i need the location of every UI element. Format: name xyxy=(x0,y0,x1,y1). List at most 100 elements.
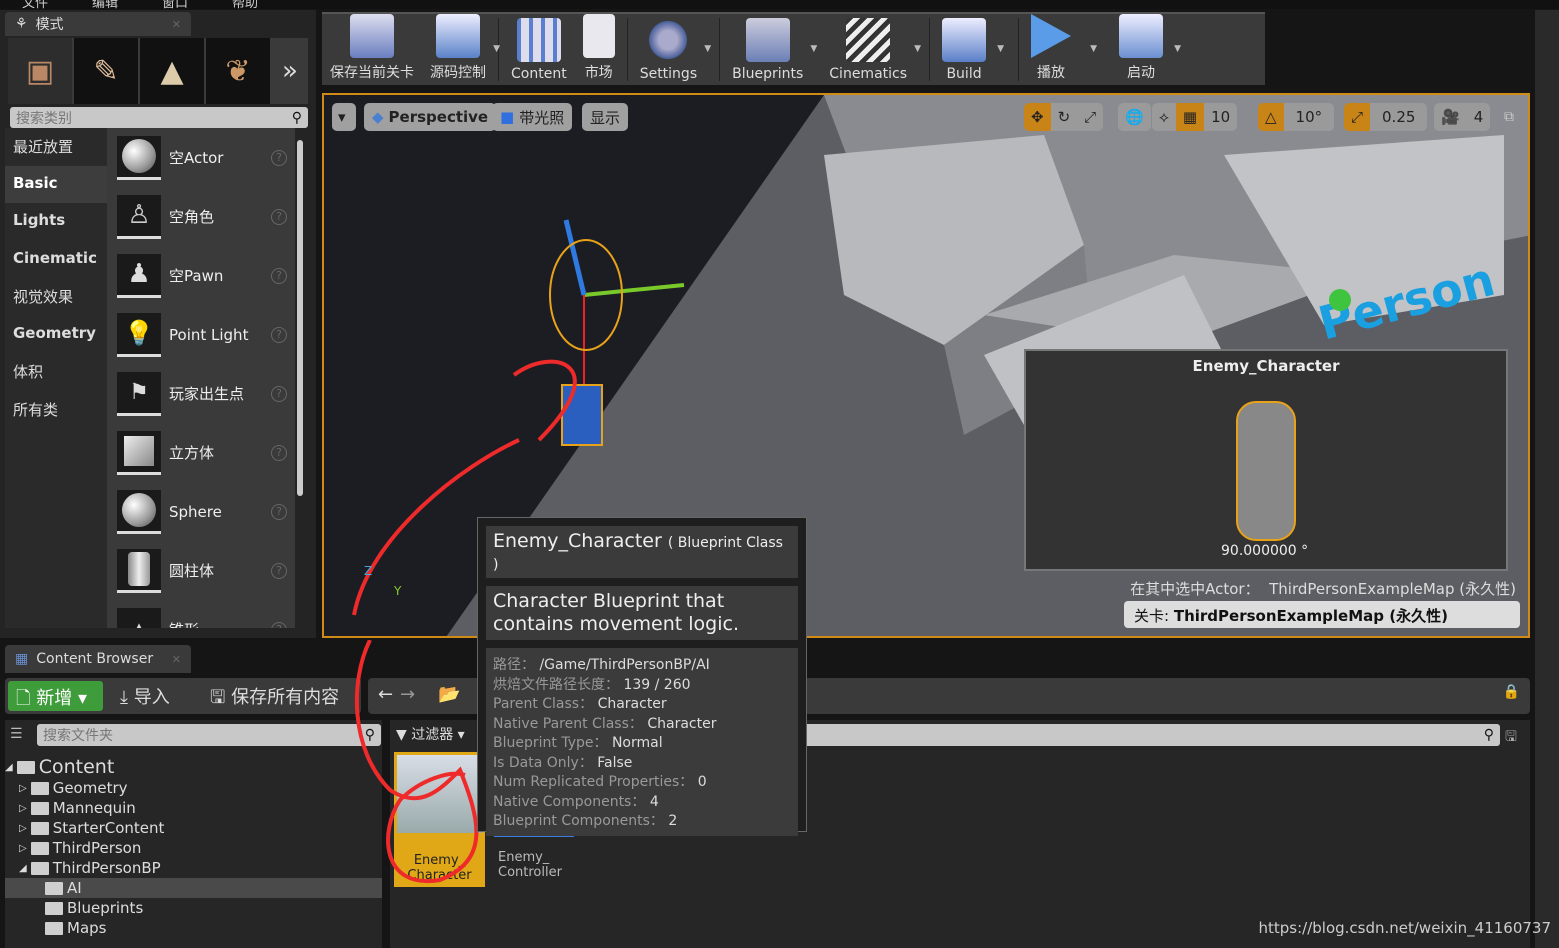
help-icon[interactable]: ? xyxy=(271,149,287,166)
tree-item[interactable]: ▷ Mannequin xyxy=(5,798,382,818)
category-basic[interactable]: Basic xyxy=(5,165,107,203)
tooltip-properties: 路径： /Game/ThirdPersonBP/AI 烘焙文件路径长度： 139… xyxy=(486,648,798,836)
help-icon[interactable]: ? xyxy=(271,267,287,284)
save-icon: 🖫 xyxy=(210,687,226,708)
help-icon[interactable]: ? xyxy=(271,621,287,628)
list-item[interactable]: ⚑ 玩家出生点? xyxy=(107,364,295,423)
menu-window[interactable]: 窗口 xyxy=(162,0,188,9)
list-item[interactable]: 💡 Point Light? xyxy=(107,305,295,364)
content-button[interactable]: Content xyxy=(503,14,575,85)
list-item[interactable]: ♟ 空Pawn? xyxy=(107,246,295,305)
angle-icon[interactable]: △ xyxy=(1258,103,1284,131)
scale-snap-icon[interactable]: ⤢ xyxy=(1344,103,1371,131)
close-icon[interactable]: ✕ xyxy=(172,653,181,666)
landscape-mode-icon[interactable]: ▲ xyxy=(140,38,204,104)
surface-snap-icon[interactable]: ⟡ xyxy=(1152,103,1176,131)
list-item[interactable]: ▲锥形? xyxy=(107,600,295,628)
menu-edit[interactable]: 编辑 xyxy=(92,0,118,9)
scale-icon[interactable]: ⤢ xyxy=(1077,103,1103,131)
show-button[interactable]: 显示 xyxy=(582,103,629,131)
close-icon[interactable]: ✕ xyxy=(172,18,181,31)
help-icon[interactable]: ? xyxy=(271,385,287,402)
launch-button[interactable]: 启动 ▼ xyxy=(1111,14,1187,85)
folder-search-input[interactable]: 搜索文件夹 ⚲ xyxy=(37,724,381,746)
marketplace-button[interactable]: 市场 xyxy=(575,14,623,85)
help-icon[interactable]: ? xyxy=(271,326,287,343)
tree-item[interactable]: ▷ Geometry xyxy=(5,778,382,798)
cinematics-button[interactable]: Cinematics ▼ xyxy=(821,14,925,85)
grid-snap-value[interactable]: 10 xyxy=(1204,103,1237,131)
scale-snap-value[interactable]: 0.25 xyxy=(1370,103,1427,131)
main-toolbar: 保存当前关卡 源码控制 ▼ Content 市场 Settings ▼ Bluepr… xyxy=(322,12,1265,85)
menu-help[interactable]: 帮助 xyxy=(232,0,258,9)
category-geometry[interactable]: Geometry xyxy=(5,316,107,354)
content-browser-tab[interactable]: ▦ Content Browser ✕ xyxy=(5,645,191,673)
help-icon[interactable]: ? xyxy=(271,503,287,520)
tree-item[interactable]: ▷ ThirdPerson xyxy=(5,838,382,858)
place-mode-icon[interactable]: ▣ xyxy=(8,38,72,104)
blueprints-button[interactable]: Blueprints ▼ xyxy=(724,14,821,85)
mode-tabs: ▣ ✎ ▲ ❦ » xyxy=(8,38,308,104)
help-icon[interactable]: ? xyxy=(271,208,287,225)
viewport-options-button[interactable]: ▾ xyxy=(332,103,356,131)
translate-icon[interactable]: ✥ xyxy=(1024,103,1051,131)
scale-snap-group: ⤢ 0.25 xyxy=(1344,103,1428,131)
lock-icon[interactable]: 🔒 xyxy=(1503,684,1520,700)
tree-item[interactable]: ▷ StarterContent xyxy=(5,818,382,838)
tree-item[interactable]: Blueprints xyxy=(5,898,382,918)
blueprints-icon xyxy=(745,18,790,62)
save-search-icon[interactable]: 🖫 xyxy=(1505,726,1517,750)
more-modes-icon[interactable]: » xyxy=(272,38,308,104)
category-all-classes[interactable]: 所有类 xyxy=(5,391,107,429)
category-visual-effects[interactable]: 视觉效果 xyxy=(5,278,107,316)
tooltip-title: Enemy_Character xyxy=(493,530,662,552)
import-button[interactable]: ⤓ 导入 xyxy=(120,683,170,709)
list-item[interactable]: 立方体? xyxy=(107,423,295,482)
character-icon: ♙ xyxy=(117,194,161,239)
camera-icon: 🎥 xyxy=(1441,108,1460,126)
menu-file[interactable]: 文件 xyxy=(22,0,48,9)
category-cinematic[interactable]: Cinematic xyxy=(5,241,107,279)
rotate-icon[interactable]: ↻ xyxy=(1051,103,1078,131)
play-button[interactable]: 播放 ▼ xyxy=(1023,14,1111,85)
watermark: https://blog.csdn.net/weixin_41160737 xyxy=(1258,919,1551,937)
build-button[interactable]: Build ▼ xyxy=(934,14,1014,85)
help-icon[interactable]: ? xyxy=(271,444,287,461)
category-lights[interactable]: Lights xyxy=(5,203,107,241)
tree-item[interactable]: ◢ Content xyxy=(5,756,382,778)
save-all-button[interactable]: 🖫 保存所有内容 xyxy=(210,683,339,715)
perspective-button[interactable]: ◆ Perspective xyxy=(364,103,497,131)
add-new-button[interactable]: 🗋 新增 ▾ xyxy=(8,681,103,711)
list-item[interactable]: 圆柱体? xyxy=(107,541,295,600)
source-control-button[interactable]: 源码控制 ▼ xyxy=(422,14,500,85)
pawn-icon: ♟ xyxy=(117,253,161,298)
settings-button[interactable]: Settings ▼ xyxy=(632,14,715,85)
rotation-snap-value[interactable]: 10° xyxy=(1284,103,1335,131)
category-volumes[interactable]: 体积 xyxy=(5,353,107,391)
camera-preview: Enemy_Character 90.000000 ° xyxy=(1024,349,1508,571)
lit-mode-button[interactable]: ■ 带光照 xyxy=(492,103,573,131)
help-icon[interactable]: ? xyxy=(271,562,287,579)
scrollbar[interactable] xyxy=(297,140,303,496)
tree-item-selected[interactable]: AI xyxy=(5,878,382,898)
list-item[interactable]: ♙ 空角色? xyxy=(107,187,295,246)
category-search-input[interactable]: 搜索类别 ⚲ xyxy=(10,107,308,128)
world-local-toggle[interactable]: 🌐 xyxy=(1118,103,1151,131)
list-item[interactable]: Sphere? xyxy=(107,482,295,541)
paint-mode-icon[interactable]: ✎ xyxy=(74,38,138,104)
cylinder-icon xyxy=(117,548,161,593)
camera-speed-group[interactable]: 🎥 4 xyxy=(1434,103,1491,131)
save-level-button[interactable]: 保存当前关卡 xyxy=(322,14,422,85)
list-item[interactable]: 空Actor? xyxy=(107,128,295,187)
modes-tab[interactable]: ⚘ 模式 ✕ xyxy=(5,12,191,36)
foliage-mode-icon[interactable]: ❦ xyxy=(206,38,270,104)
filter-list-icon[interactable]: ☰ xyxy=(10,726,23,742)
category-recent[interactable]: 最近放置 xyxy=(5,128,107,166)
launch-icon xyxy=(1119,14,1164,58)
grid-icon[interactable]: ▦ xyxy=(1175,103,1205,131)
grid-snap-group: ⟡ ▦ 10 xyxy=(1152,103,1238,131)
tree-item[interactable]: Maps xyxy=(5,918,382,938)
maximize-icon[interactable]: ⧉ xyxy=(1504,109,1514,125)
tree-item[interactable]: ◢ ThirdPersonBP xyxy=(5,858,382,878)
asset-search-input[interactable]: ⚲ xyxy=(800,724,1500,746)
